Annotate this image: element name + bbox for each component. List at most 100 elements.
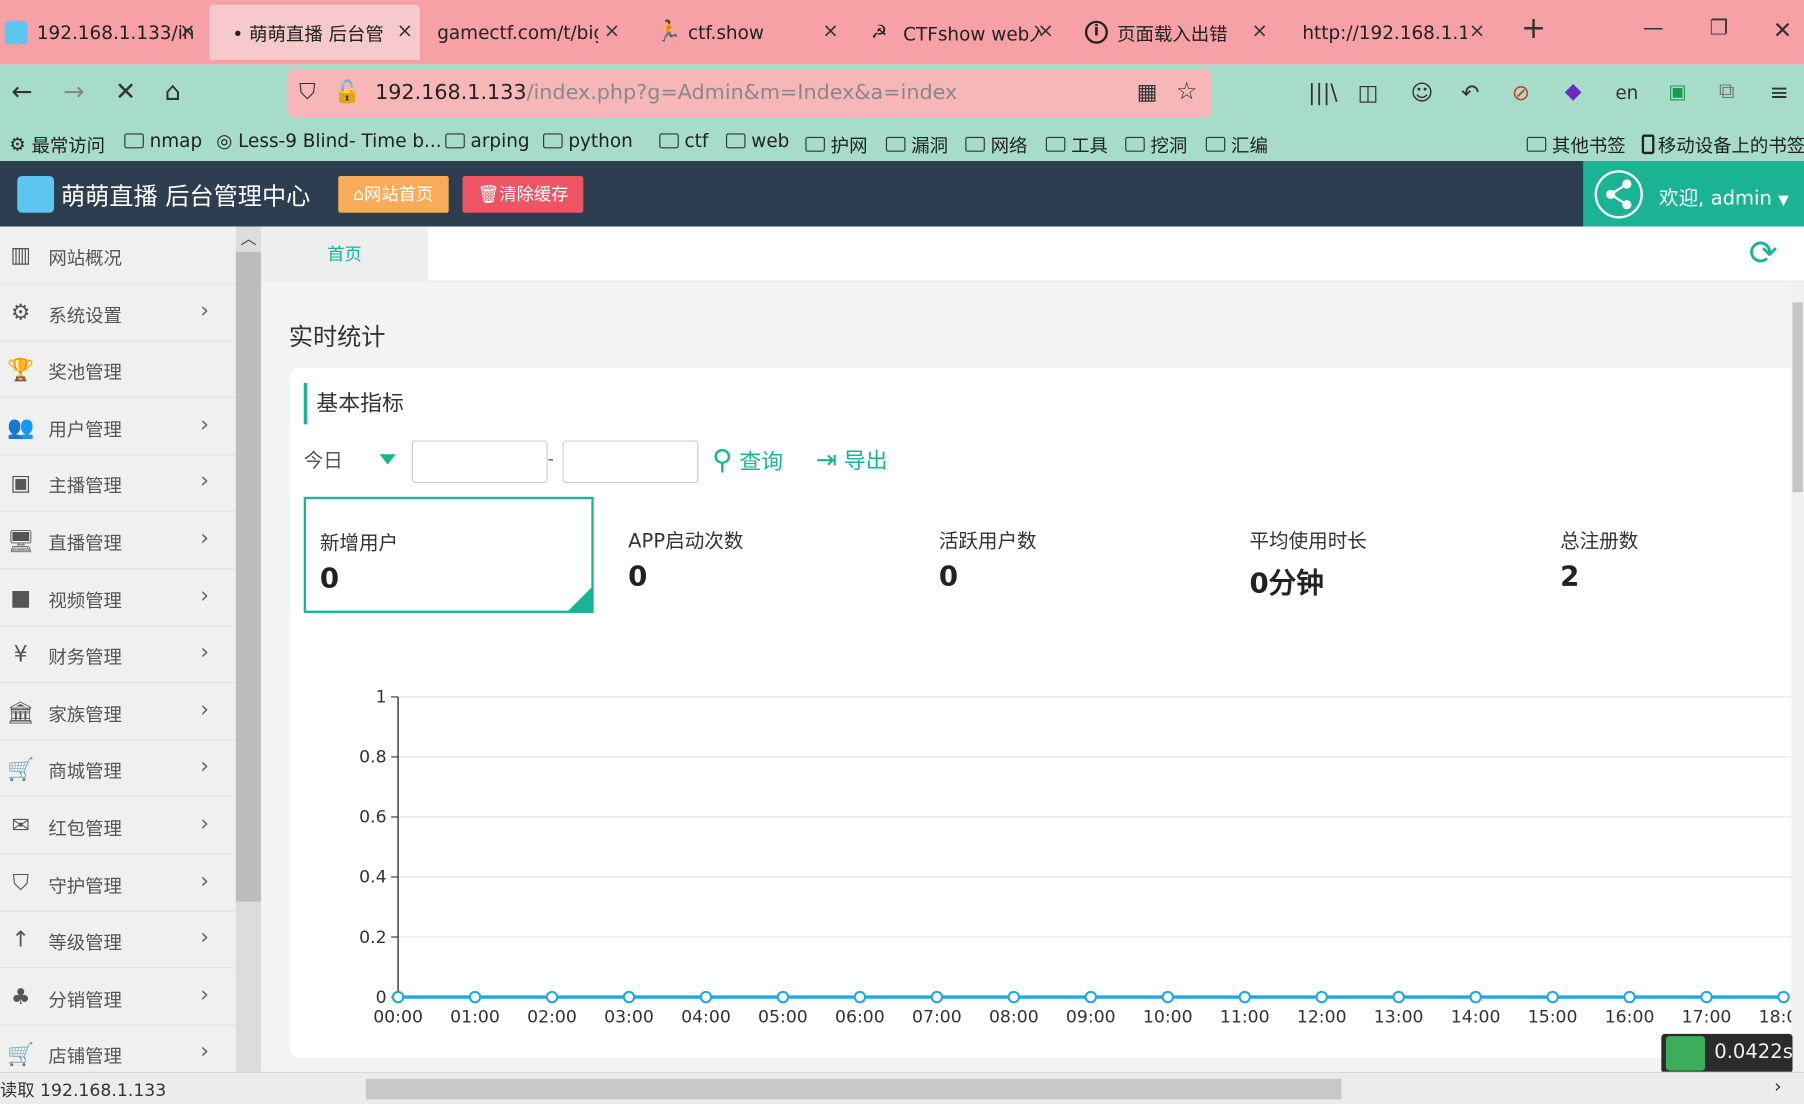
stat-total-registrations[interactable]: 总注册数 2	[1546, 497, 1804, 613]
translate-icon[interactable]: en	[1615, 82, 1638, 104]
sidebar-item[interactable]: 🏆 奖池管理	[0, 341, 236, 399]
sidebar-item[interactable]: 🖥 直播管理 ›	[0, 512, 236, 570]
sidebar-item[interactable]: ♣ 分销管理 ›	[0, 968, 236, 1026]
reader-view-icon[interactable]: ◫	[1358, 81, 1379, 106]
export-button[interactable]: ⇥ 导出	[816, 444, 888, 475]
caret-down-icon[interactable]	[379, 454, 396, 465]
user-menu[interactable]: 欢迎, admin ▼	[1583, 161, 1804, 227]
extension-gem-icon[interactable]: ◆	[1565, 78, 1582, 103]
bookmark-item[interactable]: ◎ Less-9 Blind- Time b...	[216, 130, 441, 152]
browser-tab[interactable]: ☭ CTFshow web入| ×	[871, 5, 1061, 60]
period-select[interactable]: 今日	[304, 444, 343, 473]
sidebar-item[interactable]: ▣ 主播管理 ›	[0, 455, 236, 513]
insecure-lock-icon[interactable]: 🔓	[334, 78, 361, 104]
bookmark-folder[interactable]: 护网	[805, 130, 868, 158]
forward-arrow-icon[interactable]: →	[63, 78, 84, 107]
end-date-input[interactable]	[562, 440, 699, 483]
start-date-input[interactable]	[411, 440, 548, 483]
data-point[interactable]	[391, 990, 405, 1004]
tab-home[interactable]: 首页	[261, 226, 428, 282]
undo-arrow-icon[interactable]: ↶	[1461, 81, 1479, 106]
address-bar[interactable]: ⛉ 🔓 192.168.1.133/index.php?g=Admin&m=In…	[287, 69, 1212, 118]
data-point[interactable]	[1238, 990, 1251, 1004]
shield-icon[interactable]: ⛉	[299, 79, 315, 104]
stat-new-users[interactable]: 新增用户 0	[303, 496, 594, 613]
browser-tab-active[interactable]: • 萌萌直播 后台管理 ×	[209, 4, 420, 60]
bookmark-folder[interactable]: web	[725, 130, 789, 152]
stop-loading-icon[interactable]: ✕	[115, 78, 136, 107]
bookmark-folder[interactable]: 工具	[1045, 130, 1108, 158]
browser-tab[interactable]: i 页面载入出错 ×	[1084, 5, 1275, 60]
query-button[interactable]: ⚲ 查询	[712, 444, 783, 476]
data-point[interactable]	[776, 990, 790, 1004]
data-point[interactable]	[622, 990, 636, 1004]
data-point[interactable]	[545, 990, 559, 1004]
close-icon[interactable]: ×	[822, 20, 838, 43]
sidebar-item[interactable]: ✉ 红包管理 ›	[0, 797, 236, 855]
data-point[interactable]	[853, 990, 867, 1004]
bookmark-folder[interactable]: 挖洞	[1125, 130, 1187, 158]
restore-icon[interactable]: ❐	[1710, 16, 1729, 40]
chevron-up-icon[interactable]: ︿	[240, 227, 256, 250]
home-icon[interactable]: ⌂	[165, 78, 181, 107]
extension-puzzle-icon[interactable]: ⧉	[1719, 78, 1735, 103]
mobile-bookmarks[interactable]: 移动设备上的书签	[1641, 130, 1804, 158]
bookmark-folder[interactable]: 漏洞	[885, 130, 948, 158]
data-point[interactable]	[468, 990, 482, 1004]
browser-tab[interactable]: gamectf.com/t/bigfi ×	[437, 5, 627, 60]
data-point[interactable]	[1084, 990, 1098, 1004]
sidebar-item[interactable]: 🛒 商城管理 ›	[0, 740, 236, 798]
bookmark-folder[interactable]: 汇编	[1205, 130, 1268, 158]
bookmark-folder[interactable]: arping	[445, 130, 530, 152]
data-point[interactable]	[1161, 990, 1174, 1004]
close-icon[interactable]: ×	[1037, 20, 1053, 43]
extension-green-icon[interactable]: ▣	[1668, 81, 1686, 104]
data-point[interactable]	[1700, 990, 1713, 1004]
data-point[interactable]	[699, 990, 713, 1004]
scroll-thumb[interactable]	[235, 251, 262, 902]
close-icon[interactable]: ×	[397, 20, 413, 43]
bookmark-folder[interactable]: 网络	[965, 130, 1027, 158]
data-point[interactable]	[1392, 990, 1405, 1004]
page-scrollbar[interactable]	[1791, 281, 1804, 1072]
close-icon[interactable]: ×	[1469, 20, 1485, 43]
data-point[interactable]	[930, 990, 944, 1004]
minimize-icon[interactable]: —	[1643, 16, 1664, 40]
close-icon[interactable]: ×	[604, 20, 620, 43]
sidebar-item[interactable]: ¥ 财务管理 ›	[0, 626, 236, 684]
qr-code-icon[interactable]: ▦	[1137, 79, 1158, 104]
stat-active-users[interactable]: 活跃用户数 0	[925, 497, 1215, 613]
scroll-thumb[interactable]	[1792, 302, 1803, 493]
bookmark-folder[interactable]: python	[543, 130, 633, 152]
data-point[interactable]	[1469, 990, 1482, 1004]
window-close-icon[interactable]: ✕	[1773, 16, 1792, 44]
bookmark-item[interactable]: ⚙ 最常访问	[9, 130, 105, 158]
sidebar-item[interactable]: ⚙ 系统设置 ›	[0, 284, 236, 342]
data-point[interactable]	[1623, 990, 1636, 1004]
sidebar-item[interactable]: ↑ 等级管理 ›	[0, 911, 236, 969]
chevron-right-icon[interactable]: ›	[1774, 1075, 1781, 1097]
bookmark-star-icon[interactable]: ☆	[1176, 77, 1198, 105]
browser-tab[interactable]: 🏃 ctf.show ×	[656, 5, 846, 60]
back-arrow-icon[interactable]: ←	[12, 78, 33, 107]
stat-avg-usage[interactable]: 平均使用时长 0分钟	[1236, 497, 1526, 613]
refresh-icon[interactable]: ⟳	[1749, 233, 1778, 273]
sidebar-scrollbar[interactable]: ︿	[235, 226, 262, 1072]
browser-tab[interactable]: http://192.168.1.133 ×	[1302, 5, 1492, 60]
close-icon[interactable]: ×	[1251, 20, 1267, 43]
block-extension-icon[interactable]: ⊘	[1512, 81, 1530, 106]
extension-avatar-icon[interactable]: ☺	[1411, 81, 1434, 106]
sidebar-item[interactable]: 🛒 店铺管理 ›	[0, 1025, 236, 1072]
website-home-button[interactable]: ⌂网站首页	[338, 175, 449, 213]
menu-icon[interactable]: ≡	[1769, 78, 1788, 106]
horizontal-scroll-thumb[interactable]	[365, 1078, 1342, 1100]
data-point[interactable]	[1546, 990, 1559, 1004]
clear-cache-button[interactable]: 🗑清除缓存	[462, 175, 584, 213]
sidebar-item[interactable]: 🏛 家族管理 ›	[0, 683, 236, 741]
bookmark-folder[interactable]: ctf	[659, 130, 708, 152]
new-tab-button[interactable]: +	[1521, 12, 1546, 47]
data-point[interactable]	[1315, 990, 1328, 1004]
data-point[interactable]	[1007, 990, 1021, 1004]
sidebar-item[interactable]: ⛉ 守护管理 ›	[0, 854, 236, 912]
browser-tab[interactable]: 192.168.1.133/in ×	[4, 5, 203, 60]
